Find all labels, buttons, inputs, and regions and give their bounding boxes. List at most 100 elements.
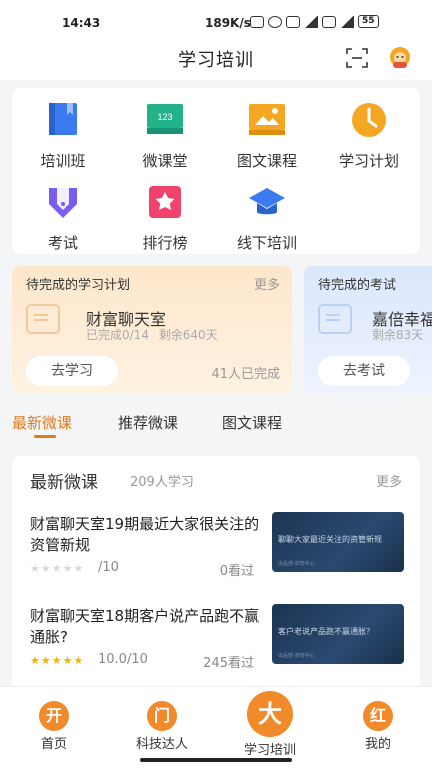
image-icon	[249, 104, 285, 135]
home-indicator[interactable]	[140, 758, 292, 762]
signal-icon-2	[340, 15, 354, 28]
nav-item-home[interactable]: 开 首页	[14, 701, 94, 752]
study-plan-card[interactable]: 待完成的学习计划 更多 财富聊天室 已完成0/14 剩余640天 去学习 41人…	[12, 266, 292, 394]
grid-item-training-class[interactable]: 培训班	[18, 100, 108, 171]
star-icon: ★	[30, 654, 41, 667]
alarm-icon	[268, 15, 282, 28]
study-plan-remaining: 剩余640天	[158, 328, 218, 342]
course-thumbnail: 聊聊大家最近关注的资管新规 出品部·资管中心	[272, 512, 404, 572]
section-title: 最新微课	[30, 473, 98, 493]
nav-label: 科技达人	[135, 737, 188, 752]
grid-item-study-plan[interactable]: 学习计划	[324, 100, 414, 171]
signal-icon	[304, 15, 318, 28]
grid-label: 培训班	[40, 152, 86, 170]
thumbnail-title: 聊聊大家最近关注的资管新规	[278, 535, 382, 544]
screen-icon: 123	[147, 104, 183, 134]
star-icon: ★	[51, 562, 63, 575]
status-icons: 55	[250, 15, 379, 28]
go-study-button[interactable]: 去学习	[26, 356, 118, 386]
course-title: 财富聊天室18期客户说产品跑不赢通胀?	[30, 607, 260, 646]
course-thumbnail: 客户老说产品跑不赢通胀？ 出品部·资管中心	[272, 604, 404, 664]
grid-label: 图文课程	[236, 152, 297, 170]
star-icon: ★	[73, 654, 85, 667]
book-icon	[49, 103, 77, 135]
exam-heading: 待完成的考试	[318, 278, 397, 293]
course-list-card: 最新微课 209人学习 更多 财富聊天室19期最近大家很关注的资管新规 ★★★★…	[12, 456, 420, 690]
exam-card[interactable]: 待完成的考试 嘉倍幸福 剩余83天 去考试	[304, 266, 432, 394]
course-title: 财富聊天室19期最近大家很关注的资管新规	[30, 515, 260, 554]
thumbnail-subtitle: 出品部·资管中心	[278, 561, 315, 567]
learner-count: 209人学习	[130, 475, 194, 490]
grid-item-micro-class[interactable]: 123 微课堂	[120, 100, 210, 171]
star-icon: ★	[30, 562, 41, 575]
status-bar: 14:43 189K/s 55	[0, 0, 432, 44]
grid-item-graphic-course[interactable]: 图文课程	[222, 100, 312, 171]
study-plan-more-link[interactable]: 更多	[254, 274, 280, 293]
exam-remaining: 剩余83天	[372, 328, 424, 342]
clipboard-icon	[318, 304, 352, 334]
pen-icon	[49, 188, 77, 218]
avatar-icon[interactable]	[388, 44, 412, 70]
course-item[interactable]: 财富聊天室18期客户说产品跑不赢通胀? ★★★★★ 10.0/10 245看过 …	[30, 604, 410, 686]
completed-count: 41人已完成	[211, 367, 280, 382]
course-score: /10	[98, 560, 119, 575]
bottom-nav: 开 首页 门 科技达人 大 学习培训 红 我的	[0, 686, 432, 768]
thumbnail-title: 客户老说产品跑不赢通胀？	[278, 627, 374, 636]
star-icon: ★	[51, 654, 63, 667]
star-icon: ★	[62, 654, 74, 667]
tab-recommended-micro[interactable]: 推荐微课	[118, 412, 178, 433]
nav-item-study-training[interactable]: 大 学习培训	[230, 691, 310, 758]
grid-label: 考试	[47, 234, 78, 252]
rating-stars: ★★★★★	[30, 654, 84, 667]
nav-badge-icon: 开	[39, 701, 69, 731]
document-icon	[26, 304, 60, 334]
section-more-link[interactable]: 更多	[376, 471, 402, 490]
star-icon: ★	[62, 562, 74, 575]
grid-item-offline-training[interactable]: 线下培训	[222, 182, 312, 253]
course-tabs: 最新微课 推荐微课 图文课程	[0, 408, 432, 444]
nav-badge-icon: 门	[147, 701, 177, 731]
nav-item-mine[interactable]: 红 我的	[338, 701, 418, 752]
rating-stars: ★★★★★	[30, 562, 84, 575]
star-icon: ★	[40, 562, 52, 575]
nav-item-tech-expert[interactable]: 门 科技达人	[122, 701, 202, 752]
course-score: 10.0/10	[98, 652, 148, 667]
grid-label: 学习计划	[338, 152, 399, 170]
hd-icon-2	[322, 15, 336, 28]
grid-label: 排行榜	[142, 234, 188, 252]
tab-graphic-course[interactable]: 图文课程	[222, 412, 282, 433]
nav-label: 首页	[40, 737, 67, 752]
app-header: 学习培训	[0, 44, 432, 80]
mute-icon	[250, 15, 264, 28]
scan-icon[interactable]	[346, 48, 368, 68]
grid-label: 线下培训	[236, 234, 297, 252]
grid-label: 微课堂	[142, 152, 188, 170]
star-icon	[149, 186, 181, 218]
go-exam-button[interactable]: 去考试	[318, 356, 410, 386]
battery-icon: 55	[358, 15, 379, 28]
nav-label: 学习培训	[243, 743, 296, 758]
course-item[interactable]: 财富聊天室19期最近大家很关注的资管新规 ★★★★★ /10 0看过 聊聊大家最…	[30, 512, 410, 594]
study-plan-progress: 已完成0/14 剩余640天	[86, 326, 218, 343]
nav-badge-icon: 大	[247, 691, 293, 737]
study-plan-heading: 待完成的学习计划	[26, 278, 131, 293]
nav-label: 我的	[364, 737, 391, 752]
nav-badge-icon: 红	[363, 701, 393, 731]
study-plan-progress-text: 已完成0/14	[86, 328, 149, 342]
feature-grid: 培训班 123 微课堂 图文课程 学习计划 考试 排行榜 线下培训	[12, 88, 420, 254]
network-speed: 189K/s	[205, 16, 251, 30]
svg-text:123: 123	[157, 112, 172, 122]
thumbnail-subtitle: 出品部·资管中心	[278, 653, 315, 659]
course-views: 0看过	[219, 564, 254, 579]
course-views: 245看过	[203, 656, 254, 671]
clock-icon	[352, 103, 386, 137]
graduation-cap-icon	[249, 188, 285, 215]
status-time: 14:43	[62, 16, 101, 30]
grid-item-ranking[interactable]: 排行榜	[120, 182, 210, 253]
hd-icon	[286, 15, 300, 28]
star-icon: ★	[73, 562, 85, 575]
tab-active-indicator	[34, 435, 56, 438]
grid-item-exam[interactable]: 考试	[18, 182, 108, 253]
tab-latest-micro[interactable]: 最新微课	[12, 412, 72, 433]
star-icon: ★	[40, 654, 52, 667]
